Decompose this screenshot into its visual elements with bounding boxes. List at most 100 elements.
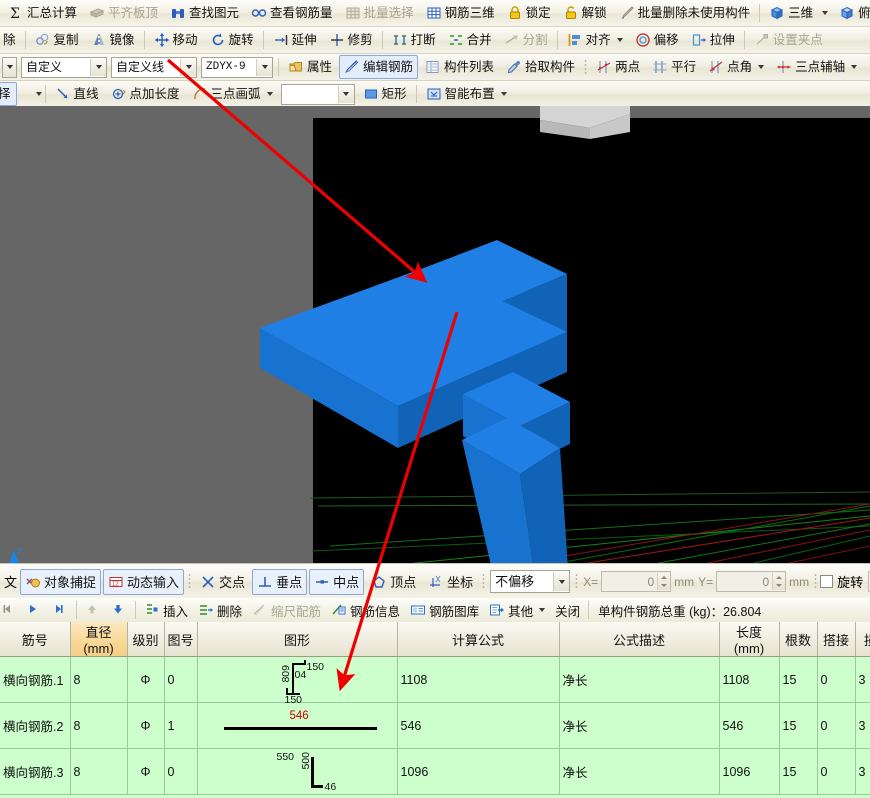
delete-row-button[interactable]: 删除 xyxy=(194,600,246,621)
mirror-button[interactable]: 镜像 xyxy=(86,28,140,52)
top-view-button[interactable]: 俯视 xyxy=(834,1,870,25)
col-rebar-no[interactable]: 筋号 xyxy=(0,622,70,657)
three-point-aux-axis-button[interactable]: 三点辅轴 xyxy=(771,55,862,79)
cell-lap[interactable]: 0 xyxy=(817,703,855,749)
custom-type-dropdown-icon[interactable] xyxy=(90,59,106,76)
rebar-table[interactable]: 筋号 直径(mm) 级别 图号 图形 计算公式 公式描述 长度(mm) 根数 搭… xyxy=(0,622,870,798)
last-record-button[interactable] xyxy=(48,600,72,621)
offset-mode-combo[interactable]: 不偏移 xyxy=(490,570,570,593)
delete-button[interactable]: 除 xyxy=(0,28,21,52)
next-record-button[interactable] xyxy=(22,600,46,621)
cell-lap[interactable]: 0 xyxy=(817,657,855,703)
other-dropdown-icon[interactable] xyxy=(539,608,545,612)
cell-loss[interactable]: 3 xyxy=(855,703,870,749)
point-angle-dropdown-icon[interactable] xyxy=(758,65,764,69)
offset-mode-dropdown-icon[interactable] xyxy=(553,572,569,591)
col-grade[interactable]: 级别 xyxy=(127,622,164,657)
custom-line-combo[interactable]: 自定义线 xyxy=(111,57,197,78)
cell-shape[interactable]: 546 xyxy=(197,703,397,749)
rotate-checkbox[interactable] xyxy=(820,575,833,588)
cell-rebar-no[interactable]: 横向钢筋.1 xyxy=(0,657,70,703)
edit-rebar-button[interactable]: 编辑钢筋 xyxy=(339,55,418,79)
col-formula[interactable]: 计算公式 xyxy=(397,622,559,657)
smart-layout-dropdown-icon[interactable] xyxy=(501,92,507,96)
col-lap[interactable]: 搭接 xyxy=(817,622,855,657)
cell-shape[interactable]: 809 04 150 150 xyxy=(197,657,397,703)
custom-line-dropdown-icon[interactable] xyxy=(180,59,196,76)
member-name-dropdown-icon[interactable] xyxy=(256,59,272,76)
find-element-button[interactable]: 查找图元 xyxy=(165,1,244,25)
cell-formula-desc[interactable]: 净长 xyxy=(559,703,719,749)
batch-delete-unused-button[interactable]: 批量删除未使用构件 xyxy=(614,1,756,25)
rectangle-button[interactable]: 矩形 xyxy=(358,82,412,106)
coordinate-snap[interactable]: 坐标 xyxy=(423,569,478,595)
cell-shape[interactable]: 550 500 46 xyxy=(197,749,397,795)
sum-calc-button[interactable]: Σ 汇总计算 xyxy=(3,1,82,25)
cell-count[interactable]: 15 xyxy=(779,749,817,795)
dynamic-input-toggle[interactable]: 12 动态输入 xyxy=(103,569,184,595)
three-d-view-dropdown-icon[interactable] xyxy=(822,11,828,15)
cell-formula[interactable]: 546 xyxy=(397,703,559,749)
move-down-button[interactable] xyxy=(107,600,131,621)
cell-count[interactable]: 15 xyxy=(779,657,817,703)
three-point-arc-dropdown-icon[interactable] xyxy=(267,92,273,96)
point-add-length-button[interactable]: 点加长度 xyxy=(106,82,185,106)
trim-button[interactable]: 修剪 xyxy=(324,28,378,52)
align-dropdown-icon[interactable] xyxy=(617,38,623,42)
parallel-axis-button[interactable]: 平行 xyxy=(647,55,701,79)
rotate-button[interactable]: 旋转 xyxy=(205,28,259,52)
scale-rebar-button[interactable]: 缩尺配筋 xyxy=(248,600,325,621)
batch-select-button[interactable]: 批量选择 xyxy=(340,1,419,25)
cell-grade[interactable]: Φ xyxy=(127,657,164,703)
lock-button[interactable]: 锁定 xyxy=(502,1,556,25)
cell-length[interactable]: 546 xyxy=(719,703,779,749)
cell-loss[interactable]: 3 xyxy=(855,749,870,795)
align-button[interactable]: 对齐 xyxy=(562,28,628,52)
cell-formula[interactable]: 1108 xyxy=(397,657,559,703)
cell-diameter[interactable]: 8 xyxy=(70,703,127,749)
set-grip-button[interactable]: 设置夹点 xyxy=(749,28,828,52)
cell-rebar-no[interactable]: 横向钢筋.2 xyxy=(0,703,70,749)
cell-diameter[interactable]: 8 xyxy=(70,749,127,795)
col-loss[interactable]: 损 xyxy=(855,622,870,657)
y-coordinate-input[interactable]: 0 xyxy=(716,571,786,592)
unlock-button[interactable]: 解锁 xyxy=(558,1,612,25)
cell-lap[interactable]: 0 xyxy=(817,749,855,795)
col-figure-no[interactable]: 图号 xyxy=(164,622,197,657)
table-row[interactable]: 横向钢筋.2 8 Φ 1 546 546 净长 546 15 0 xyxy=(0,703,870,749)
three-d-view-button[interactable]: 三维 xyxy=(764,1,818,25)
midpoint-snap[interactable]: 中点 xyxy=(309,569,364,595)
intersection-snap[interactable]: 交点 xyxy=(195,569,250,595)
break-button[interactable]: 打断 xyxy=(387,28,441,52)
col-length[interactable]: 长度(mm) xyxy=(719,622,779,657)
close-button[interactable]: 关闭 xyxy=(551,600,584,621)
table-row[interactable]: 横向钢筋.1 8 Φ 0 xyxy=(0,657,870,703)
select-tool-button[interactable]: 文 择 xyxy=(0,82,17,106)
cell-figure-no[interactable]: 1 xyxy=(164,703,197,749)
split-button[interactable]: 分割 xyxy=(499,28,553,52)
object-snap-toggle[interactable]: 对象捕捉 xyxy=(20,569,101,595)
cell-grade[interactable]: Φ xyxy=(127,703,164,749)
view-rebar-qty-button[interactable]: 查看钢筋量 xyxy=(246,1,338,25)
two-point-axis-button[interactable]: 两点 xyxy=(591,55,645,79)
table-row[interactable]: 横向钢筋.3 8 Φ 0 550 500 46 1096 净 xyxy=(0,749,870,795)
perpendicular-snap[interactable]: 垂点 xyxy=(252,569,307,595)
x-coordinate-spinner[interactable] xyxy=(657,573,670,590)
cell-length[interactable]: 1108 xyxy=(719,657,779,703)
arc-mode-dropdown-icon[interactable] xyxy=(338,86,354,103)
col-shape[interactable]: 图形 xyxy=(197,622,397,657)
smart-layout-button[interactable]: 智能布置 xyxy=(421,82,512,106)
col-count[interactable]: 根数 xyxy=(779,622,817,657)
first-record-button[interactable] xyxy=(0,600,20,621)
move-up-button[interactable] xyxy=(81,600,105,621)
extend-button[interactable]: 延伸 xyxy=(268,28,322,52)
col-diameter[interactable]: 直径(mm) xyxy=(70,622,127,657)
three-point-dropdown-icon[interactable] xyxy=(851,65,857,69)
cell-grade[interactable]: Φ xyxy=(127,749,164,795)
arc-mode-combo[interactable] xyxy=(281,84,355,105)
offset-button[interactable]: 偏移 xyxy=(630,28,684,52)
pick-member-button[interactable]: 拾取构件 xyxy=(501,55,580,79)
cell-diameter[interactable]: 8 xyxy=(70,657,127,703)
point-angle-axis-button[interactable]: 点角 xyxy=(703,55,769,79)
member-name-combo[interactable]: ZDYX-9 xyxy=(201,57,273,78)
